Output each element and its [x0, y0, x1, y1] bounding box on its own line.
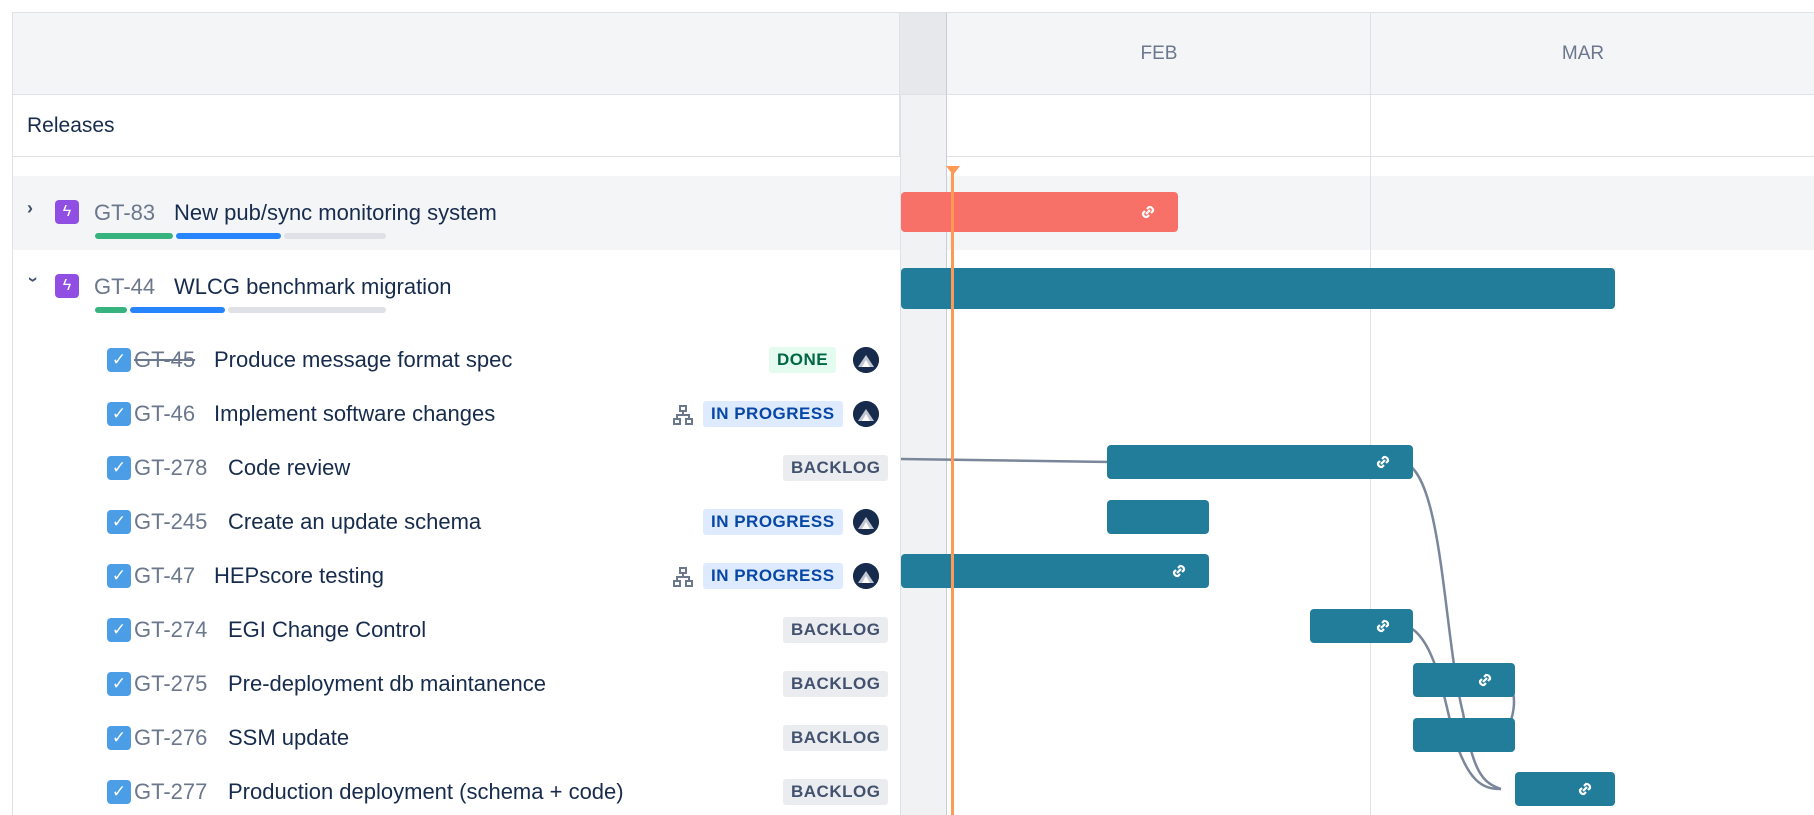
issue-bar-gt-47[interactable]	[901, 554, 1209, 588]
issue-bar-gt-274[interactable]	[1310, 609, 1413, 643]
issue-bar-gt-276[interactable]	[1413, 718, 1515, 752]
epic-bar-gt-83[interactable]	[901, 192, 1178, 232]
roadmap: FEB MAR Releases › ϟ GT-83 New pub/sync …	[12, 12, 1814, 815]
today-marker-icon	[946, 166, 960, 175]
link-icon[interactable]	[1167, 559, 1191, 583]
dependency-line[interactable]	[900, 457, 1112, 464]
epic-bar-gt-44[interactable]	[901, 268, 1615, 309]
issue-bar-gt-278[interactable]	[1107, 445, 1413, 479]
dependency-lines	[900, 457, 1516, 791]
link-icon[interactable]	[1136, 200, 1160, 224]
link-icon[interactable]	[1371, 614, 1395, 638]
issue-bar-gt-275[interactable]	[1413, 663, 1515, 697]
link-icon[interactable]	[1573, 777, 1597, 801]
issue-bar-gt-277[interactable]	[1515, 772, 1615, 806]
today-line	[951, 168, 954, 815]
link-icon[interactable]	[1371, 450, 1395, 474]
link-icon[interactable]	[1473, 668, 1497, 692]
issue-bar-gt-245[interactable]	[1107, 500, 1209, 534]
